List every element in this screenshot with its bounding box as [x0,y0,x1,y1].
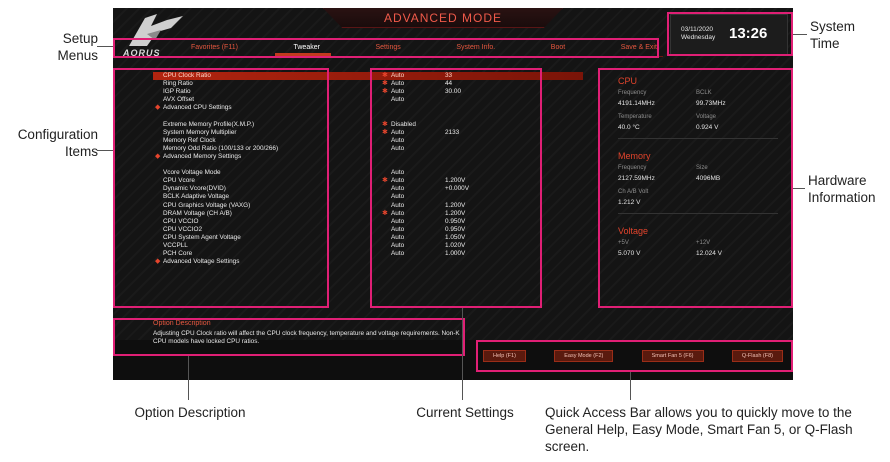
label-setup-menus: Setup Menus [57,31,98,63]
leader-line [462,308,463,400]
leader-line [97,46,113,47]
mode-title: ADVANCED MODE [383,11,503,25]
leader-line [793,34,807,35]
label-hardware-information: Hardware Information [808,173,876,205]
leader-line [188,356,189,400]
label-configuration-items: Configuration Items [17,127,98,159]
label-quick-access: Quick Access Bar allows you to quickly m… [545,405,853,454]
setup-menus-box [113,38,659,58]
hardware-information-box [598,68,793,308]
leader-line [630,372,631,400]
option-description-box [113,318,465,356]
leader-line [97,150,113,151]
label-system-time: System Time [810,19,856,51]
configuration-items-box [113,68,329,308]
quick-access-box [476,340,793,372]
label-current-settings: Current Settings [416,405,514,420]
current-settings-box [370,68,542,308]
label-option-description: Option Description [134,405,246,420]
system-time-box [667,12,793,56]
leader-line [793,188,805,189]
